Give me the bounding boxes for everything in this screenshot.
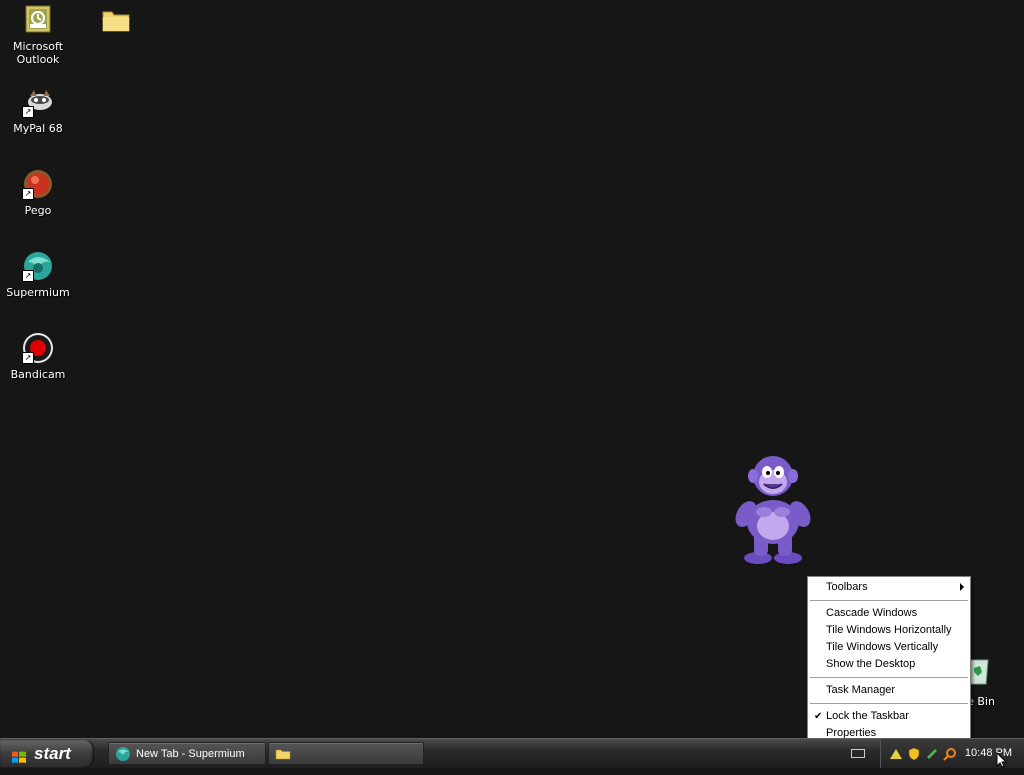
menu-item-tile-horizontally[interactable]: Tile Windows Horizontally <box>808 622 970 639</box>
menu-item-tile-vertically[interactable]: Tile Windows Vertically <box>808 639 970 656</box>
desktop-icon-supermium[interactable]: ↗ Supermium <box>0 250 76 299</box>
submenu-arrow-icon <box>960 583 964 591</box>
start-label: start <box>34 744 71 763</box>
mouse-cursor-icon <box>996 751 1008 768</box>
menu-item-toolbars[interactable]: Toolbars <box>808 579 970 596</box>
taskbar-button-label: New Tab - Supermium <box>136 748 245 760</box>
menu-item-label: Tile Windows Horizontally <box>826 624 952 636</box>
shortcut-arrow-icon: ↗ <box>22 188 34 200</box>
taskbar-button-folder[interactable] <box>268 742 424 765</box>
folder-icon <box>275 746 291 762</box>
shortcut-arrow-icon: ↗ <box>22 270 34 282</box>
menu-item-label: Toolbars <box>826 581 868 593</box>
windows-logo-icon <box>11 746 27 763</box>
menu-item-cascade-windows[interactable]: Cascade Windows <box>808 605 970 622</box>
outlook-icon <box>22 4 54 36</box>
menu-item-label: Cascade Windows <box>826 607 918 619</box>
desktop-icon-folder[interactable] <box>78 4 154 40</box>
desktop-icon-label: Supermium <box>6 286 70 299</box>
checkmark-icon: ✔ <box>814 711 823 722</box>
shortcut-arrow-icon: ↗ <box>22 106 34 118</box>
desktop-icon-mypal[interactable]: ↗ MyPal 68 <box>0 86 76 135</box>
bonzi-buddy-character[interactable] <box>728 452 818 568</box>
folder-icon <box>100 4 132 36</box>
bandicam-icon: ↗ <box>22 332 54 364</box>
taskbar-context-menu: Toolbars Cascade Windows Tile Windows Ho… <box>807 576 971 744</box>
desktop-icon-bandicam[interactable]: ↗ Bandicam <box>0 332 76 381</box>
menu-item-show-desktop[interactable]: Show the Desktop <box>808 656 970 673</box>
menu-item-label: Show the Desktop <box>826 658 916 670</box>
desktop-icon-pego[interactable]: ↗ Pego <box>0 168 76 217</box>
desktop-icon-label: MyPal 68 <box>13 122 63 135</box>
pego-icon: ↗ <box>22 168 54 200</box>
network-icon[interactable] <box>889 746 903 760</box>
menu-item-label: Tile Windows Vertically <box>826 641 939 653</box>
menu-item-task-manager[interactable]: Task Manager <box>808 682 970 699</box>
menu-separator <box>810 677 968 678</box>
desktop-icon-outlook[interactable]: Microsoft Outlook <box>0 4 76 66</box>
security-shield-icon[interactable] <box>907 746 921 761</box>
desktop-icon-label: Microsoft Outlook <box>12 40 64 66</box>
menu-item-label: Lock the Taskbar <box>826 710 909 722</box>
taskbar[interactable]: start New Tab - Supermium 10:48 PM <box>0 738 1024 768</box>
mypal-icon: ↗ <box>22 86 54 118</box>
start-button[interactable]: start <box>0 739 94 768</box>
keyboard-icon[interactable] <box>851 749 865 758</box>
safely-remove-icon[interactable] <box>925 746 939 760</box>
menu-item-lock-taskbar[interactable]: ✔ Lock the Taskbar <box>808 708 970 725</box>
supermium-icon: ↗ <box>22 250 54 282</box>
menu-separator <box>810 600 968 601</box>
desktop-icon-label: Pego <box>24 204 52 217</box>
supermium-icon <box>115 746 131 762</box>
search-icon[interactable] <box>943 746 957 761</box>
desktop: Microsoft Outlook ↗ MyPal 68 ↗ Pego ↗ Su… <box>0 0 1024 744</box>
menu-separator <box>810 703 968 704</box>
menu-item-label: Task Manager <box>826 684 896 696</box>
taskbar-button-supermium[interactable]: New Tab - Supermium <box>108 742 266 765</box>
shortcut-arrow-icon: ↗ <box>22 352 34 364</box>
desktop-icon-label: Bandicam <box>10 368 66 381</box>
